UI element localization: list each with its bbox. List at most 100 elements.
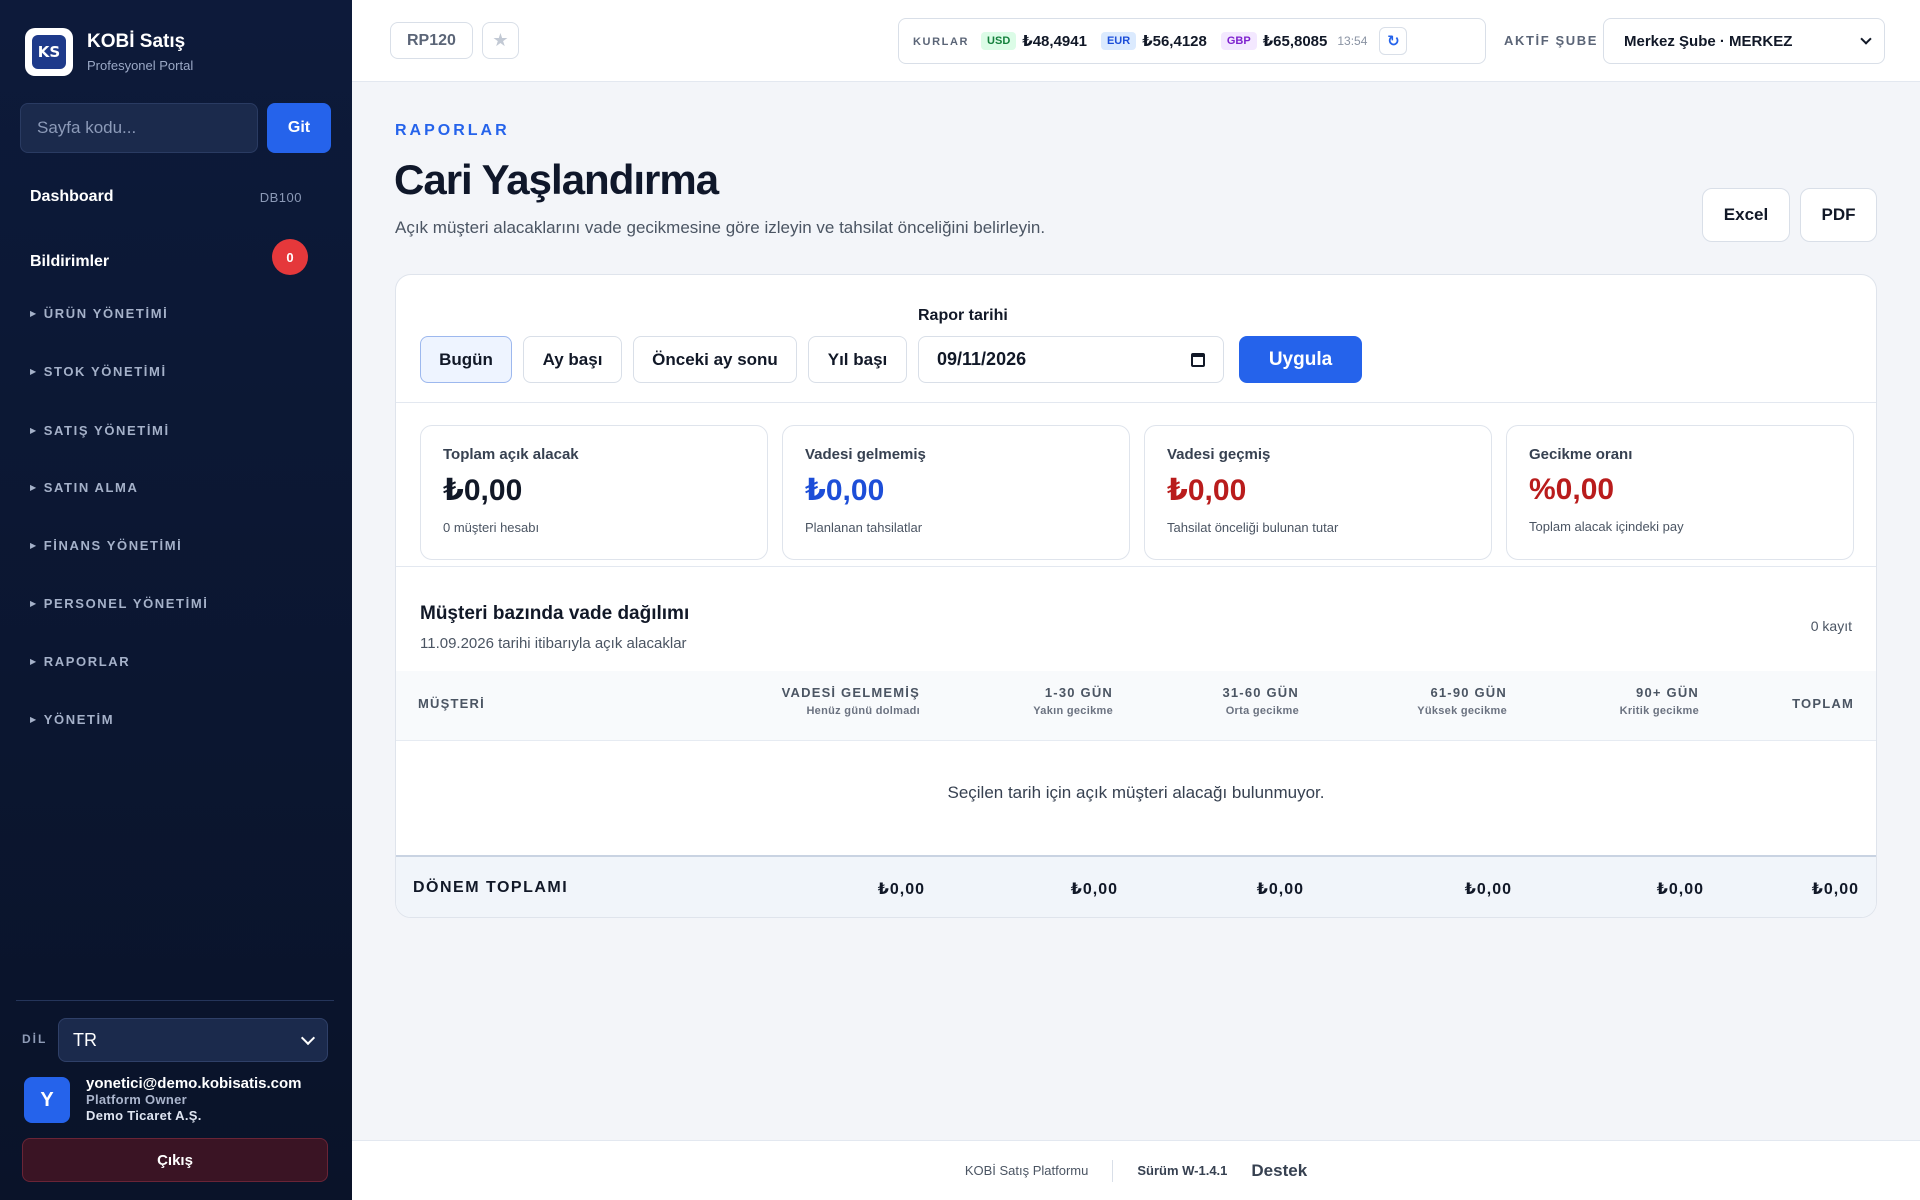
calendar-icon[interactable] bbox=[1191, 352, 1205, 367]
sidebar-group-label: RAPORLAR bbox=[43, 654, 131, 669]
footer-brand: KOBİ Satış Platformu bbox=[964, 1163, 1089, 1178]
report-card: Bugün Ay başı Önceki ay sonu Yıl başı Ra… bbox=[395, 274, 1877, 918]
period-total-label: DÖNEM TOPLAMI bbox=[413, 879, 569, 896]
caret-right-icon: ▶ bbox=[30, 541, 38, 550]
brand-subtitle: Profesyonel Portal bbox=[87, 58, 194, 73]
sidebar-group-urun[interactable]: ▶ ÜRÜN YÖNETİMİ bbox=[30, 306, 168, 321]
kpi-label: Gecikme oranı bbox=[1529, 446, 1633, 463]
go-button[interactable]: Git bbox=[267, 103, 331, 153]
sidebar-group-finans[interactable]: ▶ FİNANS YÖNETİMİ bbox=[30, 538, 182, 553]
refresh-icon[interactable]: ↻ bbox=[1379, 27, 1408, 55]
total-grand: ₺0,00 bbox=[1811, 881, 1859, 898]
column-header-label: 90+ GÜN bbox=[1636, 685, 1699, 700]
brand-name: KOBİ Satış bbox=[87, 31, 186, 52]
sidebar: KS KOBİ Satış Profesyonel Portal Git Das… bbox=[0, 0, 352, 1200]
export-pdf-button[interactable]: PDF bbox=[1800, 188, 1877, 242]
column-header-sub: Henüz günü dolmadı bbox=[806, 705, 920, 717]
kpi-value: ₺0,00 bbox=[805, 474, 885, 507]
currency-tag-eur: EUR bbox=[1100, 32, 1137, 50]
user-role: Platform Owner bbox=[86, 1092, 187, 1107]
currency-value-gbp: ₺65,8085 bbox=[1262, 33, 1328, 50]
breadcrumb: RAPORLAR bbox=[395, 122, 510, 139]
sidebar-group-personel[interactable]: ▶ PERSONEL YÖNETİMİ bbox=[30, 596, 208, 611]
total-1-30: ₺0,00 bbox=[1070, 881, 1118, 898]
sidebar-group-satin-alma[interactable]: ▶ SATIN ALMA bbox=[30, 480, 138, 495]
page-code-chip: RP120 bbox=[390, 22, 473, 59]
column-header-1-30[interactable]: 1-30 GÜN Yakın gecikme bbox=[1033, 685, 1113, 717]
footer-divider bbox=[1112, 1159, 1114, 1182]
sidebar-group-yonetim[interactable]: ▶ YÖNETİM bbox=[30, 712, 114, 727]
sidebar-item-label: Bildirimler bbox=[30, 253, 110, 270]
table-header: MÜŞTERİ VADESİ GELMEMİŞ Henüz günü dolma… bbox=[396, 671, 1876, 741]
favorite-star-icon[interactable]: ★ bbox=[482, 22, 519, 59]
user-profile: Y yonetici@demo.kobisatis.com Platform O… bbox=[24, 1076, 302, 1124]
column-header-31-60[interactable]: 31-60 GÜN Orta gecikme bbox=[1222, 685, 1299, 717]
brand[interactable]: KS KOBİ Satış Profesyonel Portal bbox=[25, 28, 193, 76]
caret-right-icon: ▶ bbox=[30, 657, 38, 666]
sidebar-item-notifications[interactable]: Bildirimler 0 bbox=[30, 239, 308, 275]
quick-date-month-start[interactable]: Ay başı bbox=[523, 336, 622, 383]
currency-tag-gbp: GBP bbox=[1220, 32, 1257, 50]
language-value: TR bbox=[73, 1029, 97, 1050]
report-date-label: Rapor tarihi bbox=[918, 307, 1008, 324]
kpi-label: Vadesi gelmemiş bbox=[805, 446, 926, 463]
page-title: Cari Yaşlandırma bbox=[394, 156, 719, 203]
page-footer: KOBİ Satış Platformu Sürüm W-1.4.1 Deste… bbox=[352, 1140, 1920, 1200]
total-not-due: ₺0,00 bbox=[877, 881, 925, 898]
page-jump: Git bbox=[20, 103, 331, 153]
brand-logo: KS bbox=[25, 28, 73, 76]
column-header-label: TOPLAM bbox=[1792, 696, 1854, 711]
page-description: Açık müşteri alacaklarını vade gecikmesi… bbox=[395, 218, 1046, 237]
brand-logo-mark: KS bbox=[32, 35, 66, 69]
caret-right-icon: ▶ bbox=[30, 367, 38, 376]
column-header-sub: Orta gecikme bbox=[1225, 705, 1299, 717]
total-31-60: ₺0,00 bbox=[1256, 881, 1304, 898]
sidebar-group-satis[interactable]: ▶ SATIŞ YÖNETİMİ bbox=[30, 423, 170, 438]
kpi-sub: Planlanan tahsilatlar bbox=[805, 520, 923, 535]
column-header-90-plus[interactable]: 90+ GÜN Kritik gecikme bbox=[1620, 685, 1699, 717]
footer-version: Sürüm W-1.4.1 bbox=[1137, 1163, 1228, 1178]
table-subtitle: 11.09.2026 tarihi itibarıyla açık alacak… bbox=[420, 635, 687, 652]
logout-button[interactable]: Çıkış bbox=[22, 1138, 328, 1182]
kpi-label: Toplam açık alacak bbox=[443, 446, 579, 463]
language-label: DİL bbox=[22, 1032, 48, 1046]
column-header-total[interactable]: TOPLAM bbox=[1792, 696, 1854, 711]
caret-right-icon: ▶ bbox=[30, 483, 38, 492]
record-count: 0 kayıt bbox=[1810, 618, 1852, 634]
column-header-sub: Yüksek gecikme bbox=[1417, 705, 1507, 717]
branch-select[interactable]: Merkez Şube · MERKEZ bbox=[1603, 18, 1885, 64]
support-link[interactable]: Destek bbox=[1251, 1161, 1307, 1181]
report-date-input[interactable]: 09/11/2026 bbox=[918, 336, 1224, 383]
export-excel-button[interactable]: Excel bbox=[1702, 188, 1790, 242]
sidebar-group-raporlar[interactable]: ▶ RAPORLAR bbox=[30, 654, 130, 669]
total-61-90: ₺0,00 bbox=[1464, 881, 1512, 898]
language-select[interactable]: TR bbox=[58, 1018, 328, 1062]
kpi-sub: 0 müşteri hesabı bbox=[443, 520, 540, 535]
user-email: yonetici@demo.kobisatis.com bbox=[86, 1075, 302, 1092]
quick-date-prev-month-end[interactable]: Önceki ay sonu bbox=[633, 336, 797, 383]
column-header-not-due[interactable]: VADESİ GELMEMİŞ Henüz günü dolmadı bbox=[782, 685, 920, 717]
column-header-sub: Kritik gecikme bbox=[1619, 705, 1699, 717]
branch-label: AKTİF ŞUBE bbox=[1504, 33, 1598, 48]
sidebar-group-label: SATIŞ YÖNETİMİ bbox=[43, 423, 170, 438]
column-header-61-90[interactable]: 61-90 GÜN Yüksek gecikme bbox=[1417, 685, 1507, 717]
sidebar-item-dashboard[interactable]: Dashboard DB100 bbox=[30, 188, 302, 206]
column-header-label: VADESİ GELMEMİŞ bbox=[781, 685, 920, 700]
sidebar-item-code: DB100 bbox=[259, 189, 302, 205]
quick-date-today[interactable]: Bugün bbox=[420, 336, 512, 383]
kpi-sub: Tahsilat önceliği bulunan tutar bbox=[1167, 520, 1339, 535]
column-header-label: 31-60 GÜN bbox=[1222, 685, 1299, 700]
currency-value-eur: ₺56,4128 bbox=[1142, 33, 1207, 50]
kpi-value: ₺0,00 bbox=[1167, 474, 1247, 507]
table-title: Müşteri bazında vade dağılımı bbox=[420, 603, 690, 624]
apply-button[interactable]: Uygula bbox=[1239, 336, 1362, 383]
sidebar-group-label: YÖNETİM bbox=[43, 712, 115, 727]
sidebar-item-label: Dashboard bbox=[30, 188, 114, 205]
column-header-label: 1-30 GÜN bbox=[1044, 685, 1113, 700]
column-header-sub: Yakın gecikme bbox=[1033, 705, 1113, 717]
quick-date-year-start[interactable]: Yıl başı bbox=[808, 336, 907, 383]
sidebar-group-stok[interactable]: ▶ STOK YÖNETİMİ bbox=[30, 364, 167, 379]
page-code-input[interactable] bbox=[20, 103, 258, 153]
column-header-customer[interactable]: MÜŞTERİ bbox=[418, 696, 485, 711]
currency-tag-usd: USD bbox=[981, 32, 1017, 50]
